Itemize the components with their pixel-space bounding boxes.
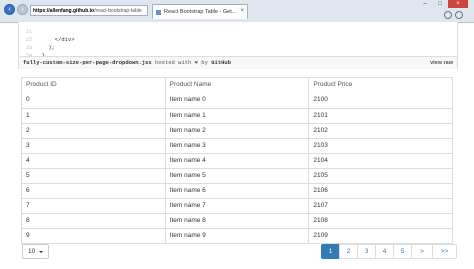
heart-icon: ❤ [194,59,198,66]
product-id-cell[interactable]: 8 [22,214,165,228]
table-row[interactable]: 3 Item name 3 2103 [22,138,452,153]
product-name-cell[interactable]: Item name 0 [164,93,309,108]
size-per-page-dropdown[interactable]: 10 [22,244,49,259]
caret-down-icon [39,251,43,253]
table-row[interactable]: 9 Item name 9 2109 [22,228,452,243]
minimize-icon[interactable]: – [418,0,432,8]
code-line: 22 ); [19,28,457,51]
product-price-cell[interactable]: 2105 [308,169,452,183]
product-id-cell[interactable]: 1 [22,109,165,123]
product-name-cell[interactable]: Item name 5 [164,169,309,183]
address-path: /react-bootstrap-table [94,7,142,14]
product-name-cell[interactable]: Item name 7 [164,199,309,213]
column-header-product-name[interactable]: Product Name [164,78,309,93]
product-name-cell[interactable]: Item name 4 [164,154,309,168]
product-price-cell[interactable]: 2100 [308,93,452,108]
product-id-cell[interactable]: 4 [22,154,165,168]
tab-title: React Bootstrap Table - Get... [164,9,237,15]
table-row[interactable]: 2 Item name 2 2102 [22,123,452,138]
github-link[interactable]: GitHub [211,59,231,66]
product-price-cell[interactable]: 2104 [308,154,452,168]
gist-filename[interactable]: fully-custom-size-per-page-dropdown.jsx [23,59,152,66]
product-price-cell[interactable]: 2109 [308,229,452,243]
tab-close-icon[interactable]: × [240,8,244,14]
product-price-cell[interactable]: 2102 [308,124,452,138]
product-id-cell[interactable]: 2 [22,124,165,138]
product-id-cell[interactable]: 3 [22,139,165,153]
table-row[interactable]: 5 Item name 5 2105 [22,168,452,183]
address-bar[interactable]: https://allenfang.github.io/react-bootst… [30,5,148,16]
code-line: 21 </div> [19,20,457,43]
table-body: 0 Item name 0 2100 1 Item name 1 2101 2 Item na… [22,93,452,243]
maximize-icon[interactable]: □ [433,0,447,8]
gist-embed: 21 </div> 22 ); 23 } 24 } fully-custom-s… [18,22,458,69]
page-button-2[interactable]: 2 [339,244,358,259]
close-window-icon[interactable]: × [448,0,468,8]
table-row[interactable]: 7 Item name 7 2107 [22,198,452,213]
back-button[interactable]: ‹ [4,4,15,15]
hosted-with-text: hosted with [155,59,192,66]
gist-meta-bar: fully-custom-size-per-page-dropdown.jsx … [19,56,457,69]
table-row[interactable]: 1 Item name 1 2101 [22,108,452,123]
product-id-cell[interactable]: 0 [22,93,165,108]
product-id-cell[interactable]: 6 [22,184,165,198]
product-name-cell[interactable]: Item name 2 [164,124,309,138]
last-page-button[interactable]: >> [432,244,457,259]
forward-button[interactable]: › [17,4,28,15]
product-price-cell[interactable]: 2108 [308,214,452,228]
product-name-cell[interactable]: Item name 8 [164,214,309,228]
table-row[interactable]: 0 Item name 0 2100 [22,93,452,108]
product-table: Product ID Product Name Product Price 0I… [21,77,453,244]
size-per-page-value: 10 [28,248,36,255]
by-text: by [201,59,208,66]
tab-favicon-icon [156,9,161,15]
column-header-product-price[interactable]: Product Price [308,78,452,93]
product-price-cell[interactable]: 2103 [308,139,452,153]
next-page-button[interactable]: > [411,244,433,259]
table-header-row: Product ID Product Name Product Price [22,78,452,93]
pagination: 1 2 3 4 5 > >> [321,244,457,259]
view-raw-link[interactable]: view raw [430,57,453,69]
product-name-cell[interactable]: Item name 3 [164,139,309,153]
browser-tab[interactable]: React Bootstrap Table - Get... × [152,4,248,19]
product-name-cell[interactable]: Item name 6 [164,184,309,198]
product-id-cell[interactable]: 7 [22,199,165,213]
code-block: 21 </div> 22 ); 23 } 24 } [19,20,457,67]
favorites-icon[interactable] [455,11,463,19]
table-row[interactable]: 8 Item name 8 2108 [22,213,452,228]
product-price-cell[interactable]: 2107 [308,199,452,213]
product-price-cell[interactable]: 2106 [308,184,452,198]
code-line: 23 } [19,36,457,59]
column-header-product-id[interactable]: Product ID [22,78,165,93]
page-button-5[interactable]: 5 [393,244,412,259]
product-name-cell[interactable]: Item name 9 [164,229,309,243]
table-row[interactable]: 4 Item name 4 2104 [22,153,452,168]
page-button-3[interactable]: 3 [357,244,376,259]
product-price-cell[interactable]: 2101 [308,109,452,123]
page-button-4[interactable]: 4 [375,244,394,259]
product-id-cell[interactable]: 5 [22,169,165,183]
code-line: 24 } [19,44,457,67]
address-domain: https://allenfang.github.io [33,7,95,14]
product-id-cell[interactable]: 9 [22,229,165,243]
page-button-1[interactable]: 1 [321,244,340,259]
home-icon[interactable] [444,11,452,19]
product-name-cell[interactable]: Item name 1 [164,109,309,123]
gist-filename-line: fully-custom-size-per-page-dropdown.jsx … [23,57,231,69]
table-row[interactable]: 6 Item name 6 2106 [22,183,452,198]
